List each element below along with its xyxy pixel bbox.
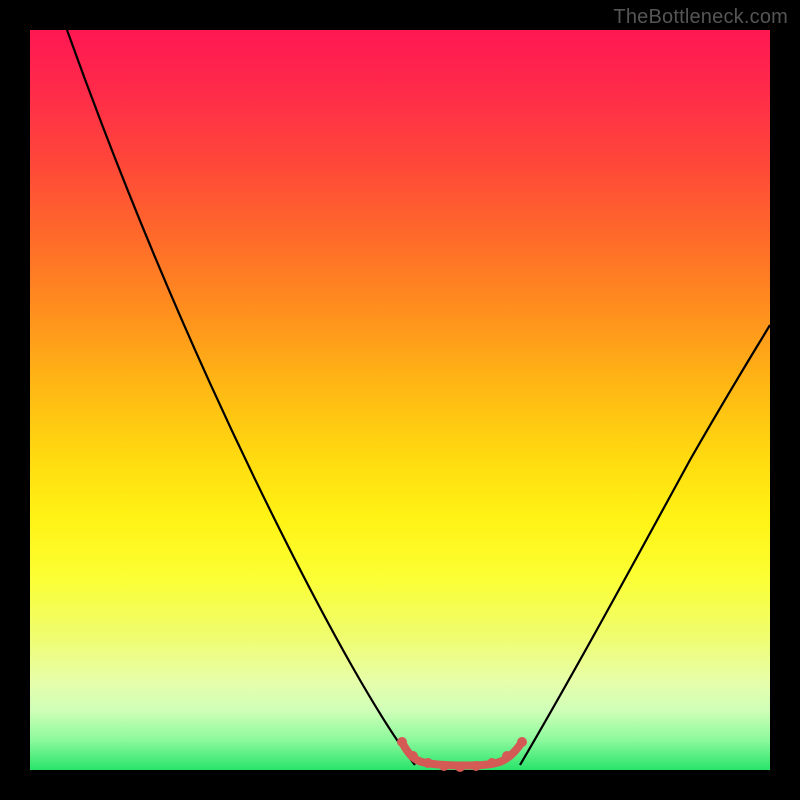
curve-layer	[30, 30, 770, 770]
valley-dots	[397, 737, 527, 772]
watermark-text: TheBottleneck.com	[613, 6, 788, 29]
left-branch-curve	[67, 30, 415, 765]
plot-area	[30, 30, 770, 770]
chart-frame: TheBottleneck.com	[0, 0, 800, 800]
right-branch-curve	[520, 325, 770, 765]
